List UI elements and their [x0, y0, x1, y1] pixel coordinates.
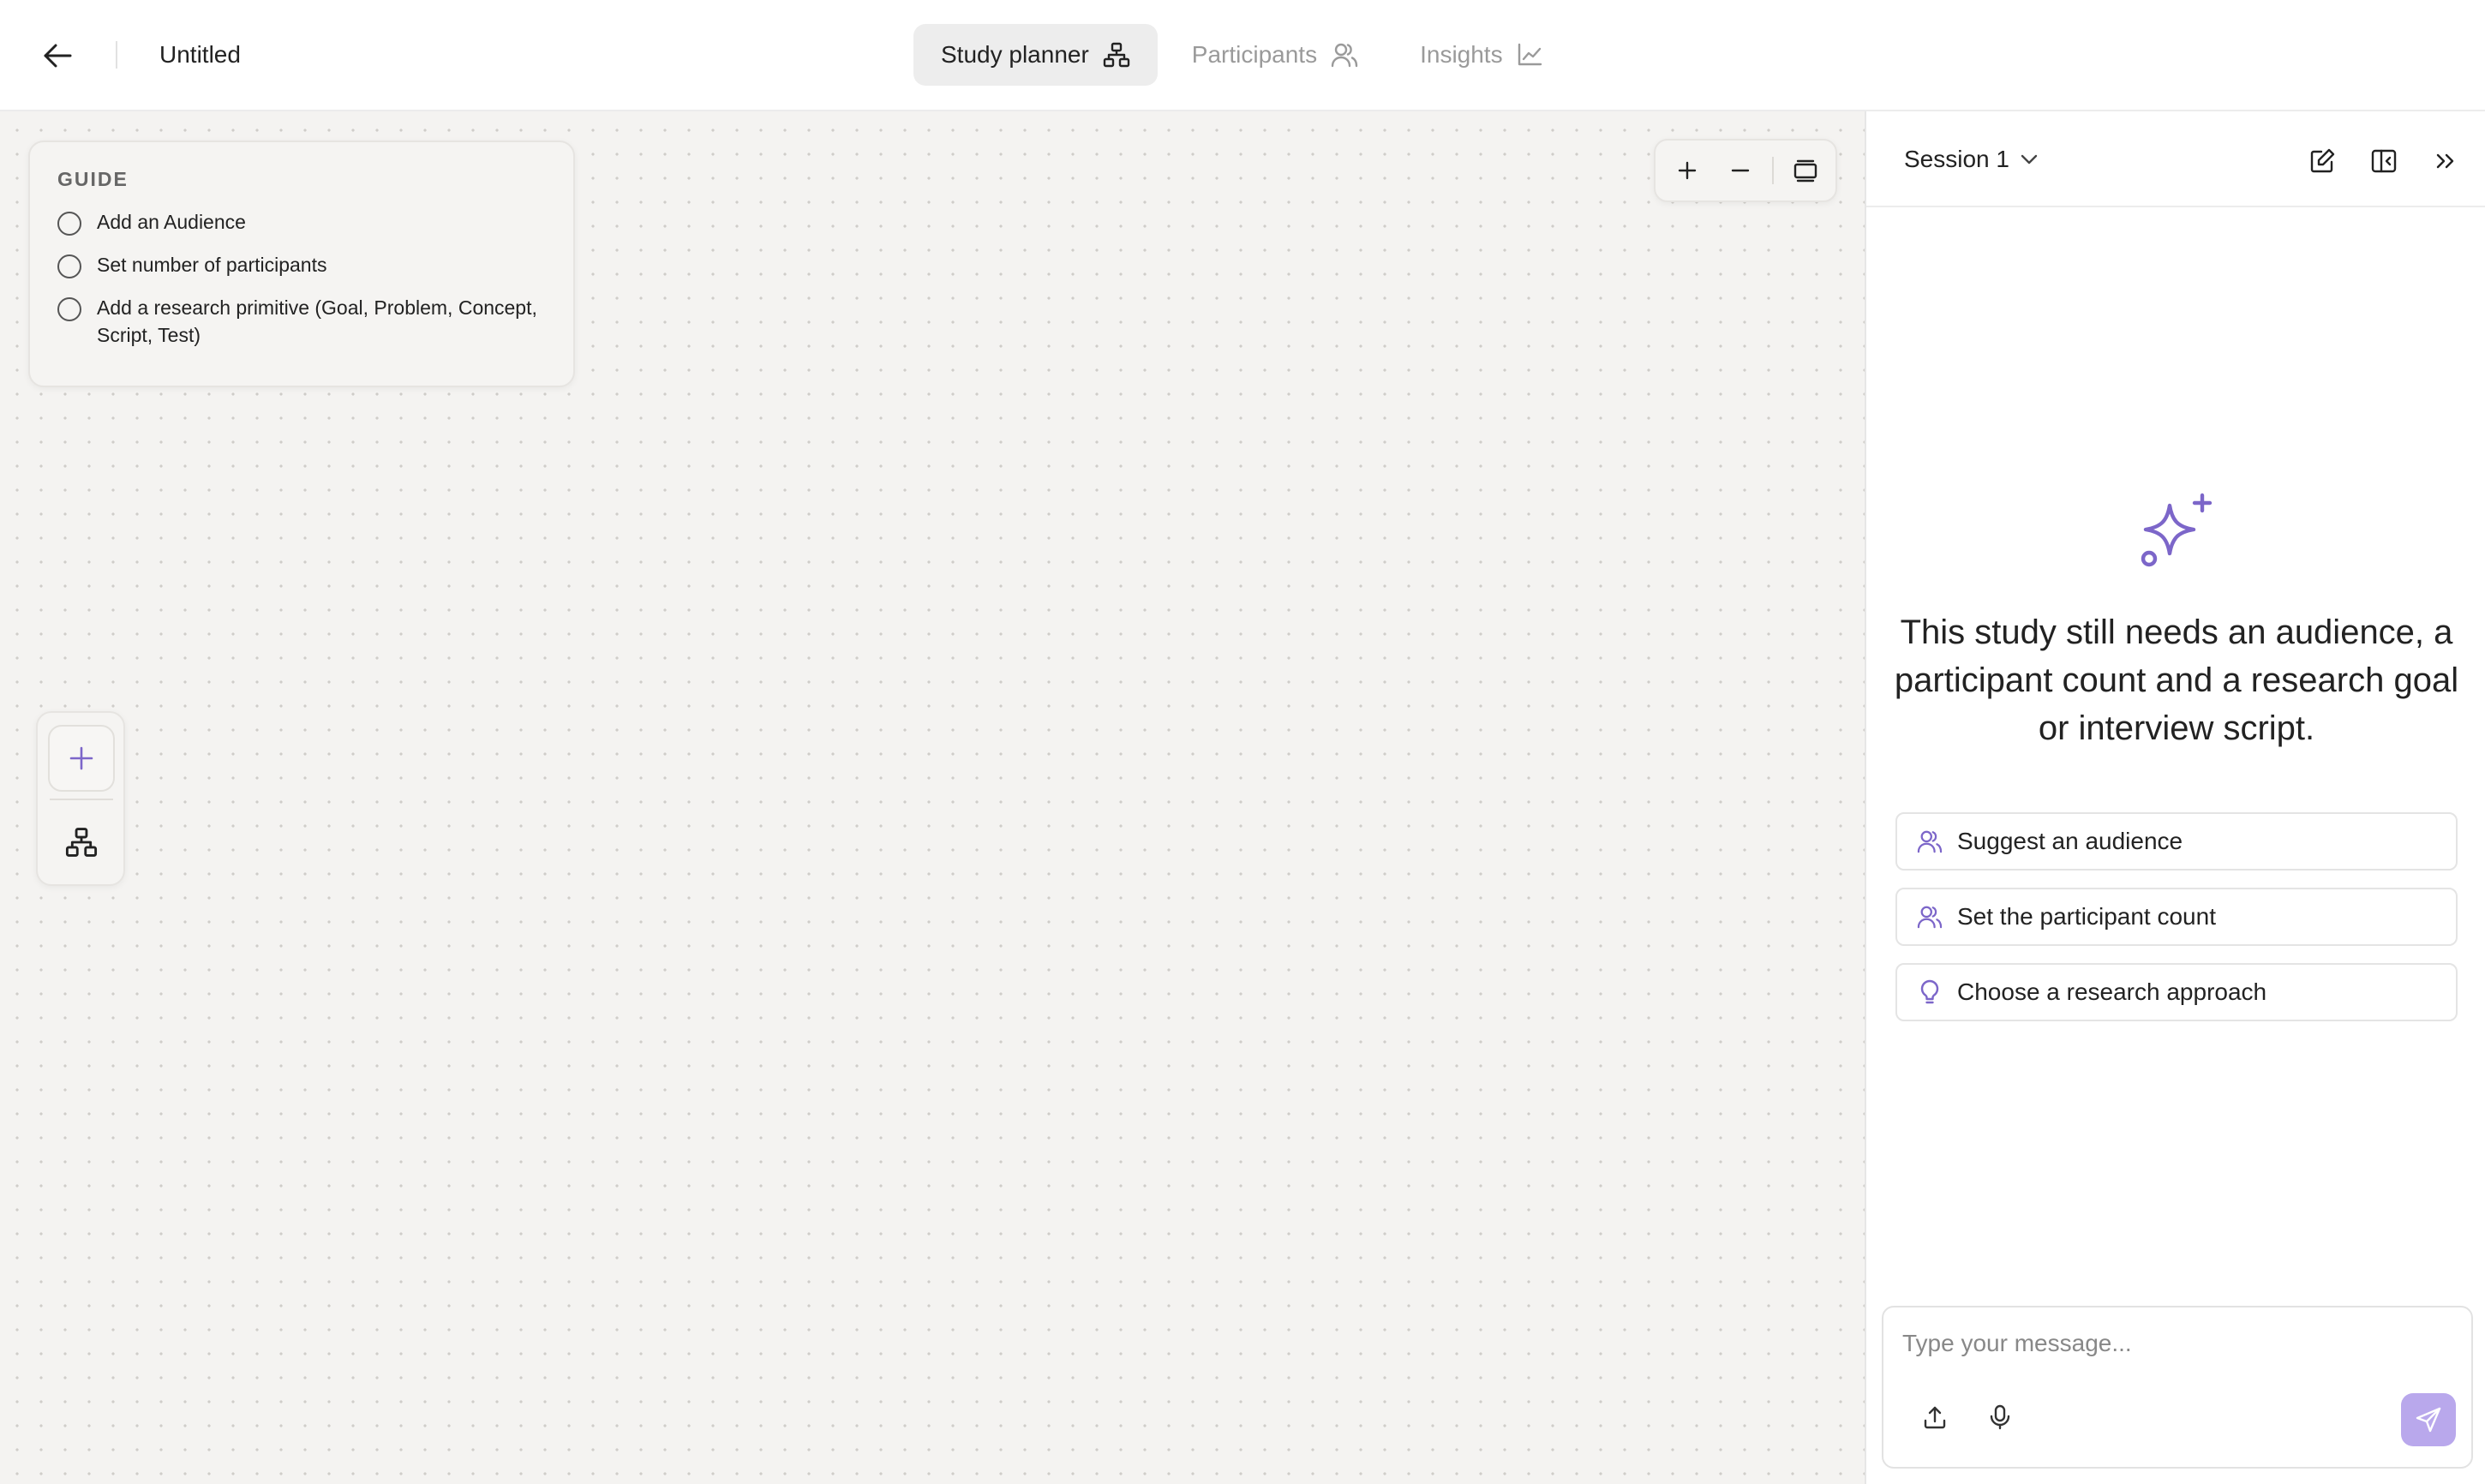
plus-icon	[69, 746, 93, 770]
guide-item: Add an Audience	[57, 208, 546, 236]
users-icon	[1331, 43, 1358, 68]
tab-label: Study planner	[941, 41, 1089, 68]
guide-card: GUIDE Add an Audience Set number of part…	[28, 141, 575, 387]
lightbulb-icon	[1920, 979, 1939, 1004]
guide-item-label: Set number of participants	[97, 254, 327, 276]
microphone-button[interactable]	[1979, 1397, 2021, 1438]
zoom-controls	[1654, 139, 1837, 202]
canvas-toolbar	[36, 711, 125, 886]
session-label: Session 1	[1904, 146, 2009, 172]
guide-checkbox[interactable]	[57, 297, 81, 321]
auto-layout-button[interactable]	[48, 809, 115, 876]
guide-item: Add a research primitive (Goal, Problem,…	[57, 294, 546, 349]
guide-checkbox[interactable]	[57, 212, 81, 236]
toolbar-divider	[50, 799, 113, 800]
header-divider	[116, 41, 117, 69]
add-node-button[interactable]	[48, 725, 115, 792]
zoom-divider	[1772, 157, 1774, 184]
tab-label: Insights	[1420, 41, 1503, 68]
top-bar: Untitled Study planner Participants Insi…	[0, 0, 2485, 111]
upload-icon	[1924, 1406, 1946, 1429]
suggestion-label: Suggest an audience	[1957, 828, 2183, 854]
suggestion-set-participant-count[interactable]: Set the participant count	[1895, 888, 2458, 946]
sitemap-icon	[1103, 42, 1129, 68]
suggestion-suggest-audience[interactable]: Suggest an audience	[1895, 812, 2458, 871]
zoom-in-button[interactable]	[1661, 145, 1714, 196]
document-title[interactable]: Untitled	[159, 39, 241, 70]
sparkles-icon	[2141, 493, 2213, 567]
panel-header: Session 1	[1866, 111, 2485, 207]
zoom-out-button[interactable]	[1714, 145, 1767, 196]
tab-label: Participants	[1191, 41, 1318, 68]
sitemap-icon	[65, 828, 98, 857]
new-session-button[interactable]	[2302, 142, 2343, 180]
send-icon	[2416, 1407, 2441, 1433]
upload-button[interactable]	[1914, 1397, 1955, 1438]
edit-icon	[2310, 148, 2335, 173]
users-icon	[1917, 830, 1943, 853]
session-dropdown[interactable]: Session 1	[1904, 146, 2039, 173]
users-icon	[1917, 906, 1943, 929]
assistant-panel: Session 1 This study still needs an audi…	[1865, 111, 2485, 1484]
view-tabs: Study planner Participants Insights	[913, 24, 1570, 86]
chart-line-icon	[1518, 43, 1542, 66]
minus-icon	[1731, 169, 1750, 172]
guide-item-label: Add a research primitive (Goal, Problem,…	[97, 296, 537, 346]
toggle-panel-button[interactable]	[2363, 142, 2404, 180]
collapse-panel-button[interactable]	[2425, 142, 2466, 180]
suggestion-research-approach[interactable]: Choose a research approach	[1895, 963, 2458, 1021]
message-composer	[1882, 1306, 2473, 1469]
microphone-icon	[1990, 1404, 2010, 1430]
fit-view-button[interactable]	[1779, 145, 1832, 196]
guide-title: GUIDE	[57, 168, 129, 190]
guide-item: Set number of participants	[57, 251, 546, 278]
suggestion-label: Set the participant count	[1957, 903, 2216, 930]
tab-study-planner[interactable]: Study planner	[913, 24, 1158, 86]
plus-icon	[1678, 161, 1697, 180]
arrow-left-icon	[44, 44, 72, 68]
suggestion-label: Choose a research approach	[1957, 978, 2267, 1005]
back-button[interactable]	[36, 36, 79, 75]
guide-checkbox[interactable]	[57, 254, 81, 278]
chevrons-right-icon	[2436, 153, 2454, 169]
empty-state-message: This study still needs an audience, a pa…	[1894, 613, 2459, 747]
message-input[interactable]	[1902, 1326, 2451, 1361]
chevron-down-icon	[2021, 154, 2038, 165]
tab-participants[interactable]: Participants	[1165, 24, 1386, 86]
panel-collapse-icon	[2371, 149, 2397, 173]
fit-view-icon	[1793, 159, 1817, 183]
tab-insights[interactable]: Insights	[1392, 24, 1570, 86]
guide-item-label: Add an Audience	[97, 211, 246, 233]
study-canvas[interactable]: GUIDE Add an Audience Set number of part…	[0, 111, 1865, 1484]
send-button[interactable]	[2401, 1393, 2456, 1446]
